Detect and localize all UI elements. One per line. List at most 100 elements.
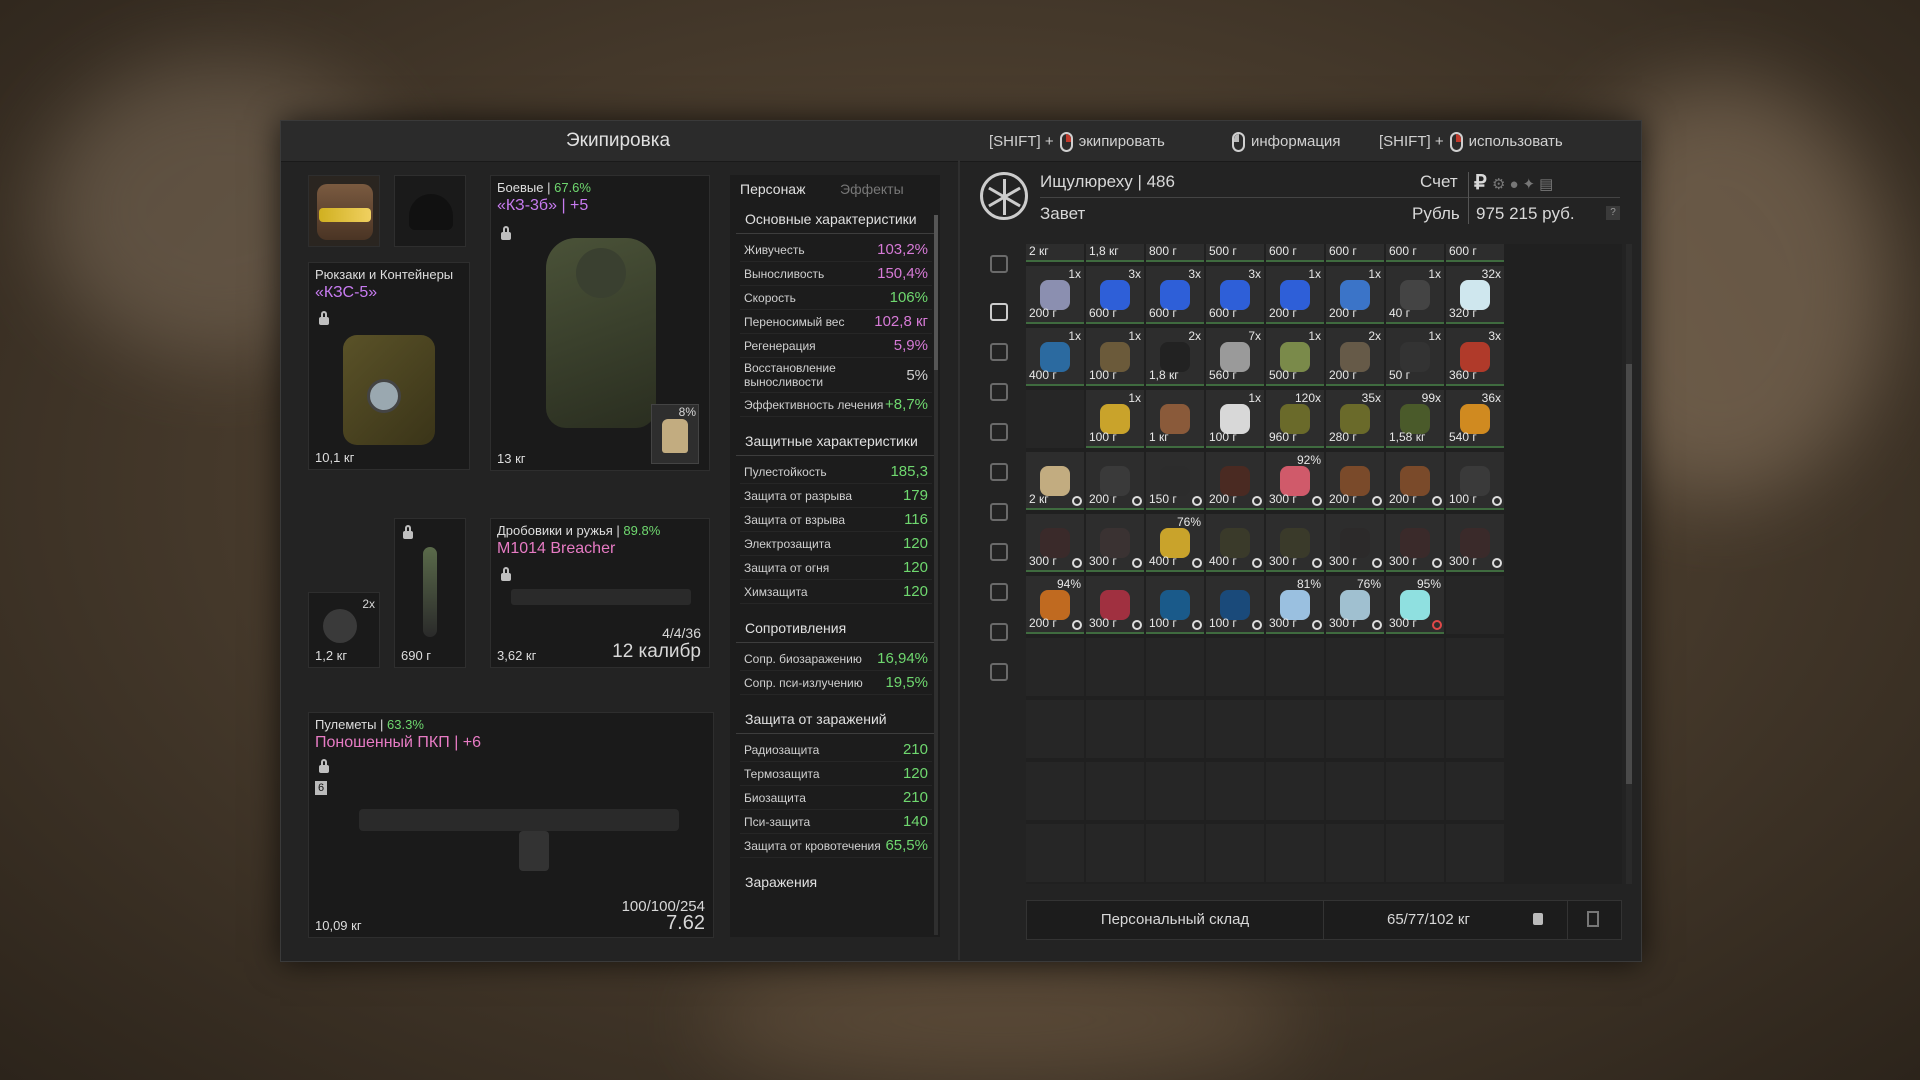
shotgun-slot[interactable]: Дробовики и ружья | 89.8% M1014 Breacher… xyxy=(490,518,710,668)
inventory-cell[interactable]: 95% 300 г xyxy=(1386,576,1444,634)
inventory-cell[interactable]: 1x 100 г xyxy=(1086,390,1144,448)
inventory-cell[interactable]: 100 г xyxy=(1206,576,1264,634)
sort-icon[interactable] xyxy=(990,255,1008,273)
inventory-cell[interactable]: 500 г xyxy=(1206,244,1264,262)
container-filter-icon[interactable] xyxy=(990,663,1008,681)
inventory-cell[interactable]: 150 г xyxy=(1146,452,1204,510)
inventory-cell-empty[interactable] xyxy=(1386,700,1444,758)
inventory-cell[interactable]: 300 г xyxy=(1446,514,1504,572)
grid-all-icon[interactable] xyxy=(990,303,1008,321)
inventory-cell-empty[interactable] xyxy=(1086,762,1144,820)
inventory-cell-empty[interactable] xyxy=(1266,762,1324,820)
inventory-cell-empty[interactable] xyxy=(1086,638,1144,696)
inventory-cell[interactable]: 120x 960 г xyxy=(1266,390,1324,448)
inventory-cell[interactable]: 300 г xyxy=(1326,514,1384,572)
character-portrait[interactable] xyxy=(308,175,380,247)
inventory-cell[interactable]: 1x 200 г xyxy=(1026,266,1084,324)
currency-icons[interactable]: ⚙●✦▤ xyxy=(1492,175,1557,193)
inventory-cell-empty[interactable] xyxy=(1446,762,1504,820)
inventory-cell[interactable]: 200 г xyxy=(1206,452,1264,510)
inventory-cell-empty[interactable] xyxy=(1386,762,1444,820)
inventory-cell[interactable]: 35x 280 г xyxy=(1326,390,1384,448)
inventory-cell[interactable]: 2 кг xyxy=(1026,244,1084,262)
ruble-icon[interactable]: ₽ xyxy=(1474,170,1487,195)
inventory-cell-empty[interactable] xyxy=(1326,762,1384,820)
tab-character[interactable]: Персонаж xyxy=(740,181,805,197)
inventory-cell-empty[interactable] xyxy=(1266,824,1324,882)
inventory-cell[interactable]: 400 г xyxy=(1206,514,1264,572)
personal-storage-button[interactable]: Персональный склад xyxy=(1027,901,1324,939)
inventory-cell[interactable]: 2 кг xyxy=(1026,452,1084,510)
inventory-cell-empty[interactable] xyxy=(1146,700,1204,758)
inventory-cell-empty[interactable] xyxy=(1326,824,1384,882)
helmet-slot[interactable] xyxy=(394,175,466,247)
inventory-cell[interactable]: 600 г xyxy=(1326,244,1384,262)
inventory-cell[interactable]: 100 г xyxy=(1446,452,1504,510)
inventory-cell-empty[interactable] xyxy=(1206,824,1264,882)
help-icon[interactable]: ? xyxy=(1606,206,1620,220)
armor-filter-icon[interactable] xyxy=(990,383,1008,401)
trash-icon[interactable] xyxy=(1587,911,1599,927)
inventory-cell[interactable]: 200 г xyxy=(1386,452,1444,510)
inventory-cell-empty[interactable] xyxy=(1386,638,1444,696)
inventory-cell[interactable]: 600 г xyxy=(1266,244,1324,262)
quick-slot-1[interactable]: 2x 1,2 кг xyxy=(308,592,380,668)
inventory-cell[interactable]: 1x 200 г xyxy=(1326,266,1384,324)
inventory-cell[interactable]: 800 г xyxy=(1146,244,1204,262)
inventory-cell-empty[interactable] xyxy=(1026,638,1084,696)
inventory-scrollbar[interactable] xyxy=(1626,244,1632,884)
inventory-cell[interactable]: 2x 200 г xyxy=(1326,328,1384,386)
quick-slot-2[interactable]: 690 г xyxy=(394,518,466,668)
armor-plate-slot[interactable]: 8% xyxy=(651,404,699,464)
inventory-cell-empty[interactable] xyxy=(1446,700,1504,758)
inventory-cell[interactable]: 300 г xyxy=(1086,514,1144,572)
weapon-filter-icon[interactable] xyxy=(990,423,1008,441)
inventory-cell-empty[interactable] xyxy=(1206,700,1264,758)
inventory-cell[interactable]: 76% 400 г xyxy=(1146,514,1204,572)
inventory-cell-empty[interactable] xyxy=(1386,824,1444,882)
inventory-cell[interactable]: 3x 600 г xyxy=(1086,266,1144,324)
inventory-cell[interactable]: 1x 40 г xyxy=(1386,266,1444,324)
inventory-cell[interactable]: 300 г xyxy=(1386,514,1444,572)
artifact-filter-icon[interactable] xyxy=(990,463,1008,481)
link-icon[interactable] xyxy=(990,343,1008,361)
armor-slot[interactable]: Боевые | 67.6% «КЗ-3б» | +5 8% 13 кг xyxy=(490,175,710,471)
inventory-cell[interactable]: 3x 600 г xyxy=(1146,266,1204,324)
inventory-cell-empty[interactable] xyxy=(1026,824,1084,882)
inventory-cell[interactable]: 3x 360 г xyxy=(1446,328,1504,386)
stats-scrollbar[interactable] xyxy=(934,215,938,935)
misc-filter-icon[interactable] xyxy=(990,623,1008,641)
inventory-cell-empty[interactable] xyxy=(1146,762,1204,820)
inventory-cell[interactable]: 76% 300 г xyxy=(1326,576,1384,634)
inventory-cell-empty[interactable] xyxy=(1266,700,1324,758)
machinegun-slot[interactable]: Пулеметы | 63.3% Поношенный ПКП | +6 6 1… xyxy=(308,712,714,938)
inventory-cell[interactable]: 1x 200 г xyxy=(1266,266,1324,324)
inventory-cell[interactable]: 300 г xyxy=(1266,514,1324,572)
inventory-cell[interactable]: 1x 100 г xyxy=(1086,328,1144,386)
inventory-cell[interactable]: 1x 50 г xyxy=(1386,328,1444,386)
inventory-cell[interactable] xyxy=(1446,576,1504,634)
inventory-cell-empty[interactable] xyxy=(1206,638,1264,696)
inventory-cell[interactable]: 600 г xyxy=(1446,244,1504,262)
inventory-cell[interactable]: 1x 400 г xyxy=(1026,328,1084,386)
inventory-cell[interactable]: 300 г xyxy=(1026,514,1084,572)
inventory-cell[interactable]: 81% 300 г xyxy=(1266,576,1324,634)
inventory-cell[interactable]: 92% 300 г xyxy=(1266,452,1324,510)
tab-effects[interactable]: Эффекты xyxy=(840,181,904,197)
inventory-cell[interactable]: 94% 200 г xyxy=(1026,576,1084,634)
inventory-cell[interactable]: 99x 1,58 кг xyxy=(1386,390,1444,448)
inventory-cell[interactable]: 600 г xyxy=(1386,244,1444,262)
inventory-cell[interactable]: 100 г xyxy=(1146,576,1204,634)
inventory-cell[interactable]: 1x 100 г xyxy=(1206,390,1264,448)
tools-filter-icon[interactable] xyxy=(990,583,1008,601)
inventory-cell-empty[interactable] xyxy=(1446,638,1504,696)
inventory-cell-empty[interactable] xyxy=(1026,762,1084,820)
inventory-cell[interactable]: 3x 600 г xyxy=(1206,266,1264,324)
backpack-slot[interactable]: Рюкзаки и Контейнеры «КЗС-5» 10,1 кг xyxy=(308,262,470,470)
inventory-cell[interactable]: 1,8 кг xyxy=(1086,244,1144,262)
inventory-cell[interactable]: 32x 320 г xyxy=(1446,266,1504,324)
inventory-cell-empty[interactable] xyxy=(1086,700,1144,758)
medkit-filter-icon[interactable] xyxy=(990,503,1008,521)
inventory-cell-empty[interactable] xyxy=(1086,824,1144,882)
inventory-cell-empty[interactable] xyxy=(1266,638,1324,696)
